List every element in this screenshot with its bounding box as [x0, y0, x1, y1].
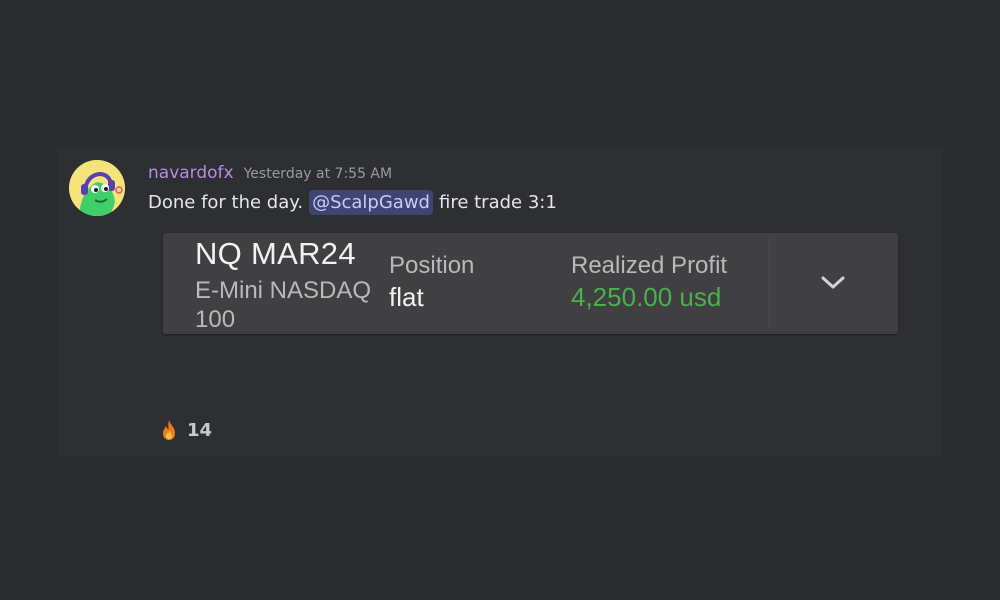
message-text-after: fire trade 3:1 [438, 192, 557, 213]
avatar[interactable] [69, 160, 125, 216]
trade-card: NQ MAR24 E-Mini NASDAQ 100 Position flat… [163, 233, 898, 334]
username[interactable]: navardofx [148, 163, 234, 183]
reaction-button[interactable]: 14 [153, 417, 216, 443]
fire-icon [163, 420, 175, 440]
chevron-down-icon [821, 276, 845, 289]
timestamp: Yesterday at 7:55 AM [243, 166, 393, 182]
user-mention[interactable]: @ScalpGawd [309, 190, 433, 215]
trade-description: E-Mini NASDAQ 100 [195, 277, 372, 333]
expand-button[interactable] [803, 263, 863, 303]
message-content: Done for the day. @ScalpGawd fire trade … [148, 190, 557, 215]
message-header: navardofx Yesterday at 7:55 AM [148, 163, 392, 183]
avatar-image [69, 160, 125, 216]
position-value: flat [389, 282, 424, 312]
position-label: Position [389, 252, 475, 279]
card-divider [769, 239, 770, 328]
realized-profit-value: 4,250.00 usd [571, 282, 722, 312]
reaction-count: 14 [187, 419, 213, 441]
realized-profit-label: Realized Profit [571, 252, 728, 279]
trade-symbol: NQ MAR24 [195, 236, 356, 271]
message-text-before: Done for the day. [148, 192, 304, 213]
